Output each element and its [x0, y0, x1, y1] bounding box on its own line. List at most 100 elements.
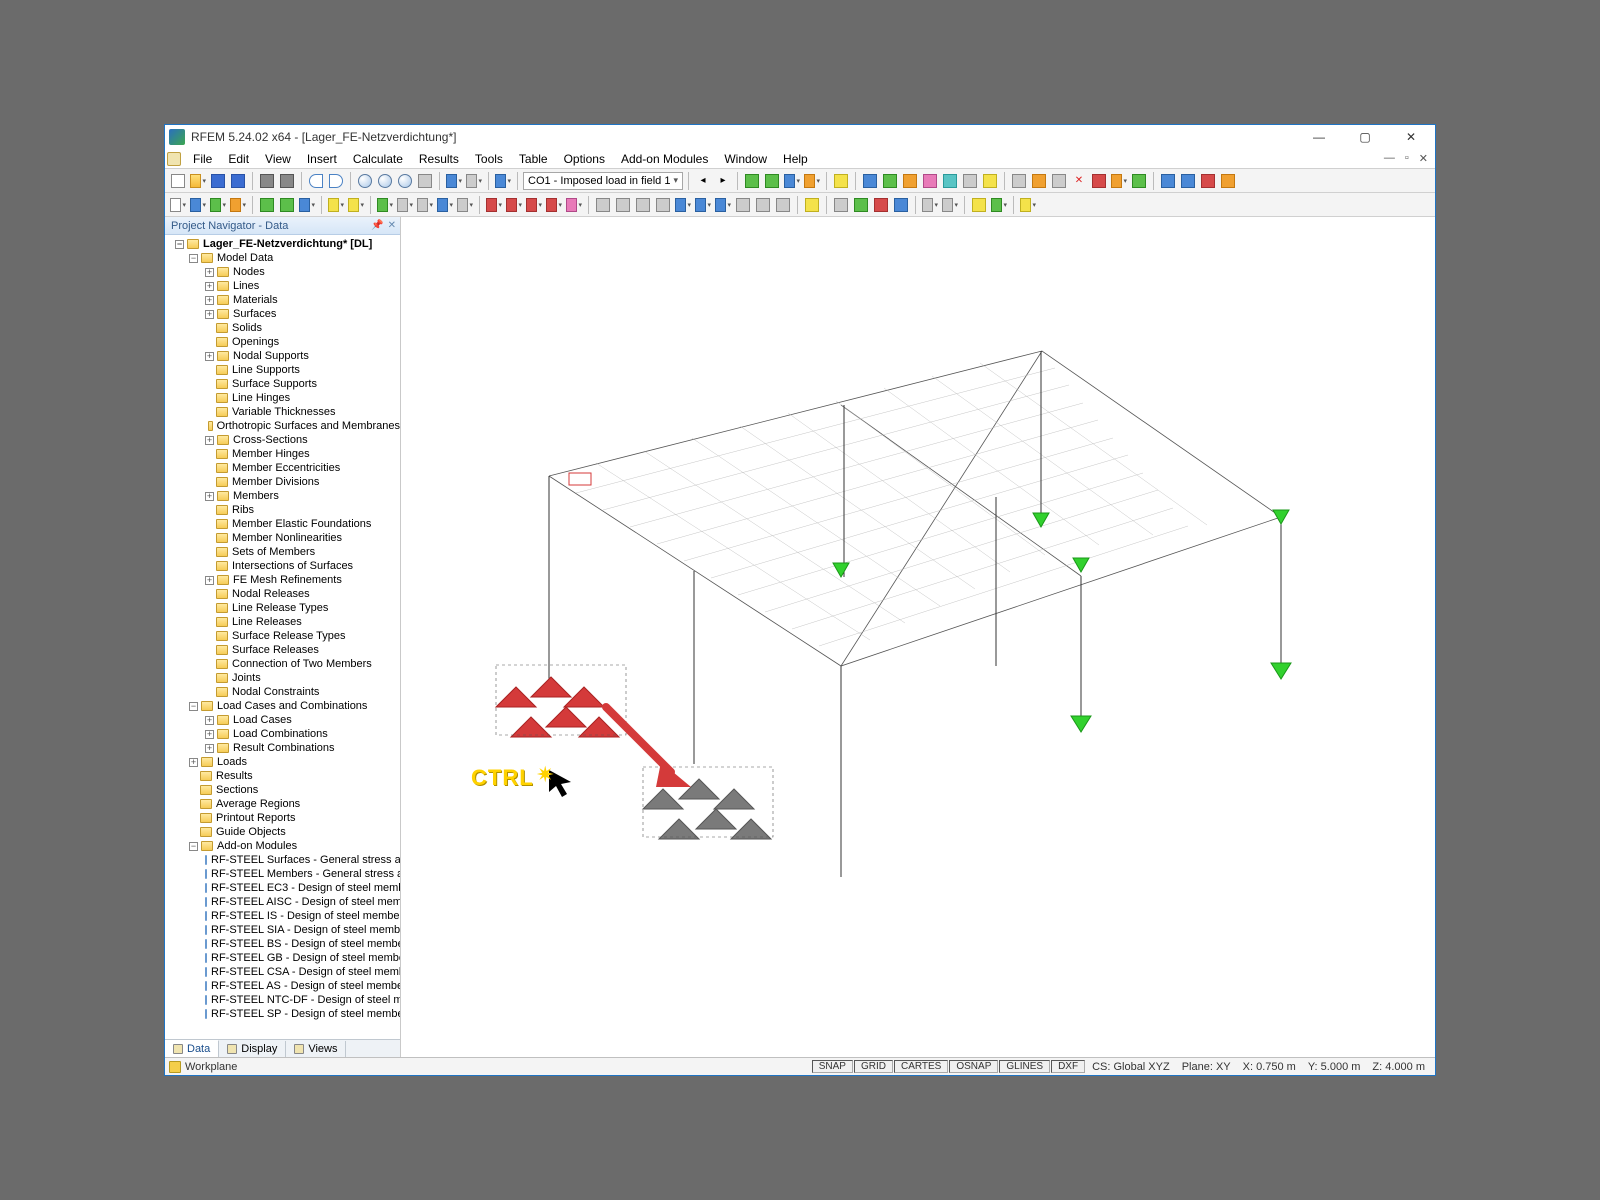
results-diagram-button[interactable]: [803, 172, 821, 190]
poly-button[interactable]: [278, 196, 296, 214]
tree-addon-rf-steel[interactable]: RF-STEEL AS - Design of steel membe: [165, 979, 400, 993]
undo-button[interactable]: [307, 172, 325, 190]
flag-red-button[interactable]: [1199, 172, 1217, 190]
disp-result-button[interactable]: [892, 196, 910, 214]
edit-prop-button[interactable]: [803, 196, 821, 214]
tree-item-cross-sections[interactable]: +Cross-Sections: [165, 433, 400, 447]
mod-green1[interactable]: [881, 172, 899, 190]
tree-item-sets-of-members[interactable]: Sets of Members: [165, 545, 400, 559]
maximize-button[interactable]: ▢: [1351, 128, 1379, 146]
mod-pink1[interactable]: [921, 172, 939, 190]
tree-item-members[interactable]: +Members: [165, 489, 400, 503]
disp-support-button[interactable]: [852, 196, 870, 214]
menu-results[interactable]: Results: [411, 150, 467, 168]
calc-params-button[interactable]: [763, 172, 781, 190]
tree-item-fe-mesh-refinements[interactable]: +FE Mesh Refinements: [165, 573, 400, 587]
toggle-osnap[interactable]: OSNAP: [949, 1060, 998, 1073]
tree-item-load-cases[interactable]: +Load Cases: [165, 713, 400, 727]
view-zoom-button[interactable]: [714, 196, 732, 214]
tree-addon-rf-steel[interactable]: RF-STEEL SP - Design of steel membe: [165, 1007, 400, 1021]
tree-item-member-eccentricities[interactable]: Member Eccentricities: [165, 461, 400, 475]
color-button[interactable]: [990, 196, 1008, 214]
rect-button[interactable]: [258, 196, 276, 214]
mod-yellow1[interactable]: [981, 172, 999, 190]
mdi-minimize-icon[interactable]: —: [1381, 152, 1398, 165]
unfix-button[interactable]: [1050, 172, 1068, 190]
display-table-button[interactable]: [832, 172, 850, 190]
view-iso-button[interactable]: [674, 196, 692, 214]
legend-button[interactable]: [1179, 172, 1197, 190]
tree-item-average-regions[interactable]: Average Regions: [165, 797, 400, 811]
tree-item-connection-of-two-members[interactable]: Connection of Two Members: [165, 657, 400, 671]
tree-addon-rf-steel[interactable]: RF-STEEL GB - Design of steel membe: [165, 951, 400, 965]
tree-item-surfaces[interactable]: +Surfaces: [165, 307, 400, 321]
tree-item-member-nonlinearities[interactable]: Member Nonlinearities: [165, 531, 400, 545]
results-button[interactable]: [783, 172, 801, 190]
tree-addon-rf-steel[interactable]: RF-STEEL Surfaces - General stress an: [165, 853, 400, 867]
load-temp-button[interactable]: [565, 196, 583, 214]
hinge-button[interactable]: [396, 196, 414, 214]
tree-item-solids[interactable]: Solids: [165, 321, 400, 335]
tree-item-result-combinations[interactable]: +Result Combinations: [165, 741, 400, 755]
solid-button[interactable]: [436, 196, 454, 214]
view-left-button[interactable]: [734, 196, 752, 214]
tree-item-member-hinges[interactable]: Member Hinges: [165, 447, 400, 461]
menu-addon[interactable]: Add-on Modules: [613, 150, 716, 168]
tree-root[interactable]: −Lager_FE-Netzverdichtung* [DL]: [165, 237, 400, 251]
view-front-button[interactable]: [774, 196, 792, 214]
select-all-button[interactable]: [634, 196, 652, 214]
tree-item-variable-thicknesses[interactable]: Variable Thicknesses: [165, 405, 400, 419]
model-viewport[interactable]: CTRL ✷: [401, 217, 1435, 1057]
menu-edit[interactable]: Edit: [220, 150, 257, 168]
tab-display[interactable]: Display: [219, 1041, 286, 1057]
disp-num-button[interactable]: [832, 196, 850, 214]
fix-button[interactable]: [1030, 172, 1048, 190]
mod-orange1[interactable]: [901, 172, 919, 190]
menu-table[interactable]: Table: [511, 150, 556, 168]
menu-calculate[interactable]: Calculate: [345, 150, 411, 168]
disp-load-button[interactable]: [872, 196, 890, 214]
open-button[interactable]: [189, 172, 207, 190]
highlight-button[interactable]: [1019, 196, 1037, 214]
save-all-button[interactable]: [229, 172, 247, 190]
load-force-button[interactable]: [485, 196, 503, 214]
load-line-button[interactable]: [505, 196, 523, 214]
tree-item-surface-releases[interactable]: Surface Releases: [165, 643, 400, 657]
save-button[interactable]: [209, 172, 227, 190]
redo-button[interactable]: [327, 172, 345, 190]
pin-icon[interactable]: 📌: [371, 220, 383, 231]
tree-addon-rf-steel[interactable]: RF-STEEL Members - General stress ai: [165, 867, 400, 881]
select-filter-button[interactable]: [654, 196, 672, 214]
mdi-restore-icon[interactable]: ▫: [1402, 152, 1412, 165]
zoom-extents-button[interactable]: [376, 172, 394, 190]
toggle-grid[interactable]: GRID: [854, 1060, 893, 1073]
tree-item-surface-supports[interactable]: Surface Supports: [165, 377, 400, 391]
tree-addon-rf-steel[interactable]: RF-STEEL CSA - Design of steel meml: [165, 965, 400, 979]
support-button[interactable]: [376, 196, 394, 214]
select-window-button[interactable]: [594, 196, 612, 214]
zoom-window-button[interactable]: [356, 172, 374, 190]
menu-insert[interactable]: Insert: [299, 150, 345, 168]
delete-button[interactable]: ✕: [1070, 172, 1088, 190]
wkplane-button[interactable]: [1159, 172, 1177, 190]
copy-button[interactable]: [327, 196, 345, 214]
panel-button[interactable]: [970, 196, 988, 214]
surface-button[interactable]: [229, 196, 247, 214]
print-preview-button[interactable]: [278, 172, 296, 190]
pan-button[interactable]: [416, 172, 434, 190]
toggle-snap[interactable]: SNAP: [812, 1060, 853, 1073]
tree-item-lines[interactable]: +Lines: [165, 279, 400, 293]
toggle-dxf[interactable]: DXF: [1051, 1060, 1085, 1073]
view-style-button[interactable]: [465, 172, 483, 190]
tree-item-nodes[interactable]: +Nodes: [165, 265, 400, 279]
tree-item-line-supports[interactable]: Line Supports: [165, 363, 400, 377]
tree-item-intersections-of-surfaces[interactable]: Intersections of Surfaces: [165, 559, 400, 573]
new-button[interactable]: [169, 172, 187, 190]
mod-blue1[interactable]: [861, 172, 879, 190]
member-button[interactable]: [209, 196, 227, 214]
zoom-select-button[interactable]: [396, 172, 414, 190]
tree-item-nodal-constraints[interactable]: Nodal Constraints: [165, 685, 400, 699]
menu-view[interactable]: View: [257, 150, 299, 168]
tree-item-guide-objects[interactable]: Guide Objects: [165, 825, 400, 839]
line-button[interactable]: [189, 196, 207, 214]
